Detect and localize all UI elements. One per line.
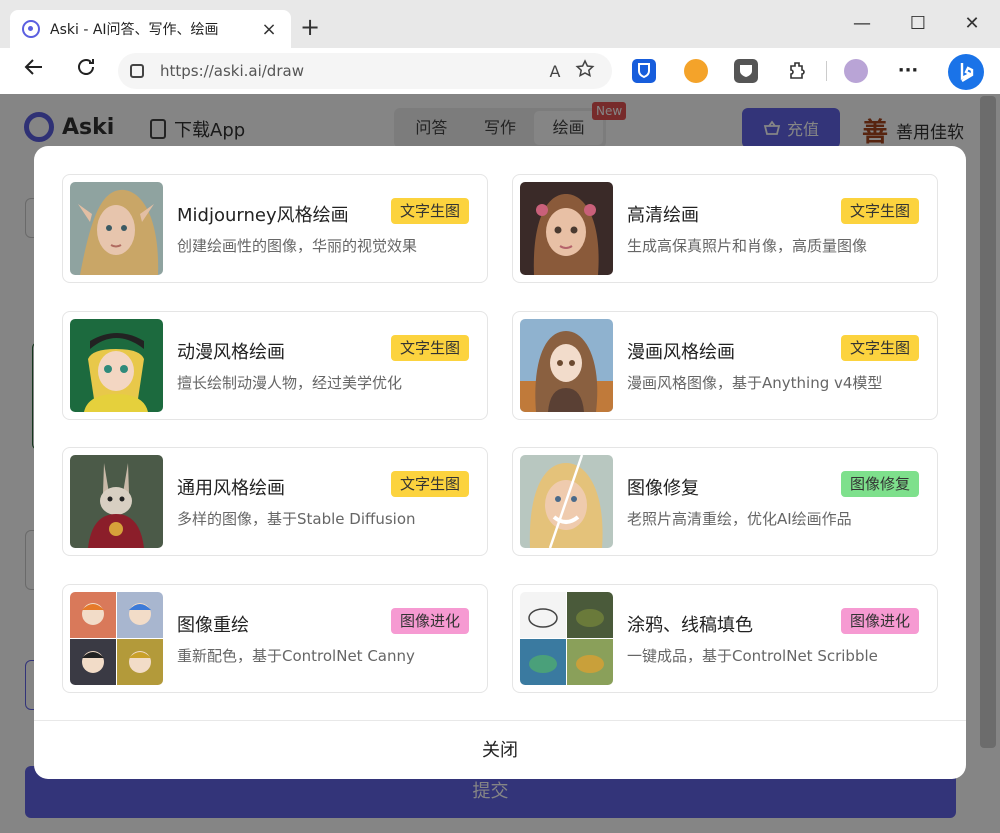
general-thumbnail <box>70 455 163 548</box>
bitwarden-extension-icon[interactable] <box>632 59 656 83</box>
anime-thumbnail <box>70 319 163 412</box>
card-tag: 图像进化 <box>840 608 919 634</box>
card-tag: 图像修复 <box>840 471 919 497</box>
new-tab-button[interactable]: + <box>298 14 322 40</box>
card-title: 图像修复 <box>627 478 699 499</box>
toolbar-separator <box>826 61 827 81</box>
scribble-thumbnail <box>520 592 613 685</box>
card-description: 漫画风格图像，基于Anything v4模型 <box>627 374 883 392</box>
profile-avatar-icon[interactable] <box>844 59 868 83</box>
card-tag: 文字生图 <box>390 335 469 361</box>
more-menu-icon[interactable]: ··· <box>896 59 920 83</box>
card-title: 图像重绘 <box>177 615 249 636</box>
hd-thumbnail <box>520 182 613 275</box>
card-title: 高清绘画 <box>627 205 699 226</box>
card-hd-drawing[interactable]: 高清绘画 生成高保真照片和肖像，高质量图像 文字生图 <box>512 174 938 283</box>
extensions-puzzle-icon[interactable] <box>786 59 810 83</box>
address-bar[interactable]: https://aski.ai/draw A <box>118 53 612 89</box>
tab-title: Aski - AI问答、写作、绘画 <box>50 22 219 38</box>
favorite-star-icon[interactable] <box>570 59 600 83</box>
bing-copilot-icon[interactable] <box>948 54 984 90</box>
card-tag: 文字生图 <box>840 335 919 361</box>
card-general[interactable]: 通用风格绘画 多样的图像，基于Stable Diffusion 文字生图 <box>62 447 488 556</box>
card-description: 重新配色，基于ControlNet Canny <box>177 647 415 665</box>
card-tag: 图像进化 <box>390 608 469 634</box>
browser-tab[interactable]: Aski - AI问答、写作、绘画 × <box>10 10 291 48</box>
browser-titlebar: Aski - AI问答、写作、绘画 × + — ☐ ✕ <box>0 0 1000 48</box>
card-image-redraw[interactable]: 图像重绘 重新配色，基于ControlNet Canny 图像进化 <box>62 584 488 693</box>
card-title: 漫画风格绘画 <box>627 342 735 363</box>
redraw-thumbnail <box>70 592 163 685</box>
card-description: 老照片高清重绘，优化AI绘画作品 <box>627 510 852 528</box>
card-anime[interactable]: 动漫风格绘画 擅长绘制动漫人物，经过美学优化 文字生图 <box>62 311 488 420</box>
modal-close-button[interactable]: 关闭 <box>34 720 966 779</box>
card-description: 创建绘画性的图像，华丽的视觉效果 <box>177 237 418 255</box>
lock-icon <box>130 64 144 78</box>
card-title: 涂鸦、线稿填色 <box>627 615 753 636</box>
card-tag: 文字生图 <box>840 198 919 224</box>
extension-coin-icon[interactable] <box>684 59 708 83</box>
maximize-button[interactable]: ☐ <box>898 10 938 38</box>
read-aloud-icon[interactable]: A <box>540 62 570 81</box>
card-title: Midjourney风格绘画 <box>177 205 349 226</box>
card-title: 动漫风格绘画 <box>177 342 285 363</box>
browser-toolbar: https://aski.ai/draw A ··· <box>0 48 1000 94</box>
card-tag: 文字生图 <box>390 198 469 224</box>
card-description: 擅长绘制动漫人物，经过美学优化 <box>177 374 403 392</box>
card-scribble-fill[interactable]: 涂鸦、线稿填色 一键成品，基于ControlNet Scribble 图像进化 <box>512 584 938 693</box>
aski-favicon-icon <box>22 20 40 38</box>
card-image-restore[interactable]: 图像修复 老照片高清重绘，优化AI绘画作品 图像修复 <box>512 447 938 556</box>
back-icon[interactable] <box>18 56 50 86</box>
restore-thumbnail <box>520 455 613 548</box>
window-close-button[interactable]: ✕ <box>952 10 992 38</box>
style-picker-modal: Midjourney风格绘画 创建绘画性的图像，华丽的视觉效果 文字生图 高清绘… <box>34 146 966 779</box>
url-text: https://aski.ai/draw <box>160 62 304 80</box>
midjourney-thumbnail <box>70 182 163 275</box>
minimize-button[interactable]: — <box>842 10 882 38</box>
card-tag: 文字生图 <box>390 471 469 497</box>
card-description: 一键成品，基于ControlNet Scribble <box>627 647 878 665</box>
card-description: 生成高保真照片和肖像，高质量图像 <box>627 237 868 255</box>
card-title: 通用风格绘画 <box>177 478 285 499</box>
tab-close-icon[interactable]: × <box>259 19 279 40</box>
manga-thumbnail <box>520 319 613 412</box>
card-description: 多样的图像，基于Stable Diffusion <box>177 510 416 528</box>
refresh-icon[interactable] <box>70 56 102 86</box>
card-manga[interactable]: 漫画风格绘画 漫画风格图像，基于Anything v4模型 文字生图 <box>512 311 938 420</box>
card-midjourney[interactable]: Midjourney风格绘画 创建绘画性的图像，华丽的视觉效果 文字生图 <box>62 174 488 283</box>
ublock-extension-icon[interactable] <box>734 59 758 83</box>
